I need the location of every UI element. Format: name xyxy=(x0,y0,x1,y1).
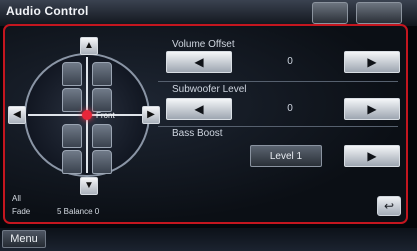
front-label: Front xyxy=(96,111,115,120)
seat-front-right xyxy=(92,62,112,86)
bass-boost-label: Bass Boost xyxy=(172,128,223,139)
subwoofer-level-plus-button[interactable]: ▶ xyxy=(344,98,400,120)
fade-label: Fade xyxy=(12,207,31,216)
subwoofer-level-label: Subwoofer Level xyxy=(172,84,247,95)
seat-back-right xyxy=(92,150,112,174)
balance-left-button[interactable]: ◀ xyxy=(8,106,26,124)
bass-boost-plus-button[interactable]: ▶ xyxy=(344,145,400,167)
arrow-down-icon: ▼ xyxy=(84,180,94,191)
volume-offset-minus-button[interactable]: ◀ xyxy=(166,51,232,73)
arrow-left-icon: ◀ xyxy=(13,109,21,120)
balance-right-button[interactable]: ▶ xyxy=(142,106,160,124)
top-button-1[interactable] xyxy=(312,2,348,24)
volume-offset-label: Volume Offset xyxy=(172,39,235,50)
arrow-left-icon: ◀ xyxy=(194,102,204,116)
arrow-left-icon: ◀ xyxy=(194,55,204,69)
arrow-right-icon: ▶ xyxy=(147,109,155,120)
seat-mid-right xyxy=(92,88,112,112)
arrow-right-icon: ▶ xyxy=(367,55,377,69)
volume-offset-plus-button[interactable]: ▶ xyxy=(344,51,400,73)
bass-boost-value: Level 1 xyxy=(269,150,303,162)
return-icon: ↩ xyxy=(383,199,395,213)
fade-balance-readout: 5 Balance 0 xyxy=(57,207,100,216)
menu-bar xyxy=(0,228,417,251)
position-all-label: All xyxy=(12,194,21,203)
seat-mid-left xyxy=(62,88,82,112)
top-button-2[interactable] xyxy=(356,2,402,24)
bass-boost-value-button[interactable]: Level 1 xyxy=(250,145,322,167)
arrow-right-icon: ▶ xyxy=(367,149,377,163)
listening-point-marker[interactable] xyxy=(82,110,92,120)
page-title: Audio Control xyxy=(6,4,89,18)
seat-rear-left xyxy=(62,124,82,148)
section-divider xyxy=(158,81,398,82)
fader-down-button[interactable]: ▼ xyxy=(80,177,98,195)
arrow-right-icon: ▶ xyxy=(367,102,377,116)
seat-back-left xyxy=(62,150,82,174)
subwoofer-level-value: 0 xyxy=(287,103,293,114)
section-divider xyxy=(158,126,398,127)
menu-button[interactable]: Menu xyxy=(2,230,46,248)
seat-front-left xyxy=(62,62,82,86)
fader-up-button[interactable]: ▲ xyxy=(80,37,98,55)
menu-button-label: Menu xyxy=(10,233,38,245)
back-button[interactable]: ↩ xyxy=(377,196,401,216)
seat-rear-right xyxy=(92,124,112,148)
arrow-up-icon: ▲ xyxy=(84,40,94,51)
subwoofer-level-minus-button[interactable]: ◀ xyxy=(166,98,232,120)
volume-offset-value: 0 xyxy=(287,56,293,67)
